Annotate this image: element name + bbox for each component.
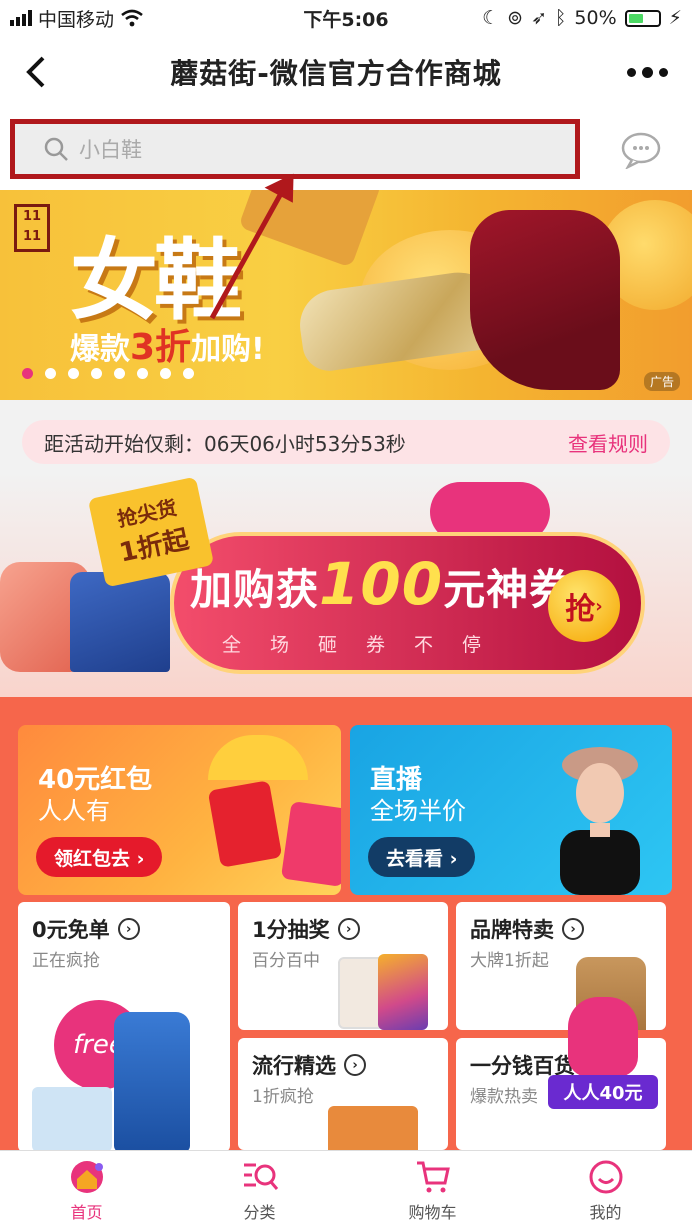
carousel-dot[interactable] — [22, 368, 33, 379]
charging-icon: ⚡ — [668, 7, 682, 29]
free-order-subtitle: 正在疯抢 — [32, 951, 100, 971]
box-decoration — [238, 190, 382, 268]
carousel-dots[interactable] — [22, 368, 194, 379]
message-button[interactable] — [620, 131, 662, 170]
tab-category-label: 分类 — [243, 1202, 276, 1222]
coupon-subtitle: 全场砸券不停 — [222, 634, 511, 656]
category-icon — [243, 1163, 278, 1190]
brand-sale-subtitle: 大牌1折起 — [470, 951, 549, 971]
lock-rotation-icon: ⊚ — [507, 7, 524, 29]
carousel-dot[interactable] — [91, 368, 102, 379]
home-icon — [70, 1160, 103, 1193]
carousel-dot[interactable] — [160, 368, 171, 379]
free-order-tile[interactable]: 0元免单 › 正在疯抢 free — [18, 902, 230, 1150]
bottom-tab-bar: 首页 分类 购物车 我的 — [0, 1150, 692, 1230]
trend-picks-title: 流行精选 — [252, 1054, 336, 1078]
trend-picks-tile[interactable]: 流行精选 › 1折疯抢 — [238, 1038, 448, 1150]
tab-me[interactable]: 我的 — [519, 1151, 692, 1230]
tab-me-label: 我的 — [589, 1202, 622, 1222]
velvet-boot-image — [470, 210, 620, 390]
battery-icon — [624, 9, 661, 27]
search-input[interactable]: 小白鞋 — [10, 119, 580, 179]
trend-picks-subtitle: 1折疯抢 — [252, 1087, 314, 1107]
parachute-image — [208, 735, 308, 780]
red-packet-subtitle: 人人有 — [38, 797, 110, 825]
view-rules-link[interactable]: 查看规则 — [568, 428, 648, 457]
countdown-text: 距活动开始仅剩：06天06小时53分53秒 — [44, 431, 406, 456]
lottery-subtitle: 百分百中 — [252, 951, 320, 971]
bluetooth-icon: ᛒ — [555, 7, 567, 29]
double-eleven-badge: 11 11 — [14, 204, 50, 252]
live-subtitle: 全场半价 — [370, 797, 466, 825]
location-icon: ➶ — [531, 7, 548, 29]
activity-section: 40元红包 人人有 领红包去 › 直播 全场半价 去看看 › 0元免单 › 正在疯… — [0, 697, 692, 1150]
search-icon — [44, 137, 68, 161]
mascot-image — [568, 997, 638, 1077]
cart-icon — [416, 1161, 450, 1192]
status-bar: 中国移动 下午5:06 ☾ ⊚ ➶ ᛒ 50% ⚡ — [0, 0, 692, 36]
arrow-right-icon: › — [562, 918, 584, 940]
tab-home-label: 首页 — [70, 1202, 103, 1222]
phone-front-image — [378, 954, 428, 1030]
carousel-dot[interactable] — [137, 368, 148, 379]
coat-image — [70, 572, 170, 672]
brand-sale-title: 品牌特卖 — [470, 918, 554, 942]
search-placeholder: 小白鞋 — [79, 138, 142, 162]
search-bar: 小白鞋 — [0, 108, 692, 190]
penny-goods-subtitle: 爆款热卖 — [470, 1087, 538, 1107]
carousel-dot[interactable] — [68, 368, 79, 379]
model-image — [560, 747, 640, 895]
mascot-sticker[interactable]: 人人40元 — [548, 997, 658, 1117]
status-time: 下午5:06 — [303, 8, 389, 31]
watch-live-button[interactable]: 去看看 › — [368, 837, 476, 877]
back-button[interactable] — [0, 36, 70, 108]
red-packet-card[interactable]: 40元红包 人人有 领红包去 › — [18, 725, 341, 895]
tab-category[interactable]: 分类 — [173, 1151, 346, 1230]
tab-home[interactable]: 首页 — [0, 1151, 173, 1230]
arrow-right-icon: › — [117, 918, 140, 940]
coupon-envelope-image — [280, 801, 341, 887]
page-title: 蘑菇街-微信官方合作商城 — [170, 57, 502, 90]
wifi-icon — [121, 9, 143, 27]
chevron-left-icon — [26, 56, 45, 88]
banner-subtitle: 爆款3折加购! — [70, 327, 265, 368]
live-card[interactable]: 直播 全场半价 去看看 › — [350, 725, 672, 895]
tab-cart[interactable]: 购物车 — [346, 1151, 519, 1230]
arrow-right-icon: › — [344, 1054, 366, 1076]
coupon-promo-banner[interactable]: 抢尖货 1折起 加购获100元神券 全场砸券不停 抢 › — [0, 472, 692, 697]
get-red-packet-button[interactable]: 领红包去 › — [36, 837, 163, 877]
lottery-title: 1分抽奖 — [252, 918, 330, 942]
carousel-dot[interactable] — [45, 368, 56, 379]
red-envelope-image — [207, 780, 283, 868]
handbag-image — [328, 1106, 418, 1150]
lottery-tile[interactable]: 1分抽奖 › 百分百中 — [238, 902, 448, 1030]
carousel-dot[interactable] — [183, 368, 194, 379]
grab-coupon-button[interactable]: 抢 › — [548, 570, 620, 642]
profile-icon — [589, 1160, 622, 1193]
tissue-image — [32, 1087, 112, 1150]
free-order-title: 0元免单 — [32, 918, 110, 942]
nav-bar: 蘑菇街-微信官方合作商城 — [0, 36, 692, 108]
chat-bubble-icon — [621, 132, 661, 170]
carrier-name: 中国移动 — [38, 8, 115, 31]
countdown-bar: 距活动开始仅剩：06天06小时53分53秒 查看规则 — [22, 420, 670, 464]
arrow-right-icon: › — [337, 918, 360, 940]
carousel-dot[interactable] — [114, 368, 125, 379]
coupon-headline: 加购获100元神券 — [190, 550, 573, 618]
moon-icon: ☾ — [482, 7, 500, 29]
battery-percent: 50% — [574, 7, 617, 29]
hero-banner[interactable]: 11 11 女鞋 爆款3折加购! 广告 — [0, 190, 692, 400]
tab-cart-label: 购物车 — [408, 1202, 457, 1222]
signal-icon — [10, 10, 32, 26]
detergent-image — [114, 1012, 190, 1150]
mascot-label: 人人40元 — [548, 1075, 658, 1109]
ad-label: 广告 — [643, 372, 680, 391]
more-button[interactable] — [602, 36, 692, 108]
